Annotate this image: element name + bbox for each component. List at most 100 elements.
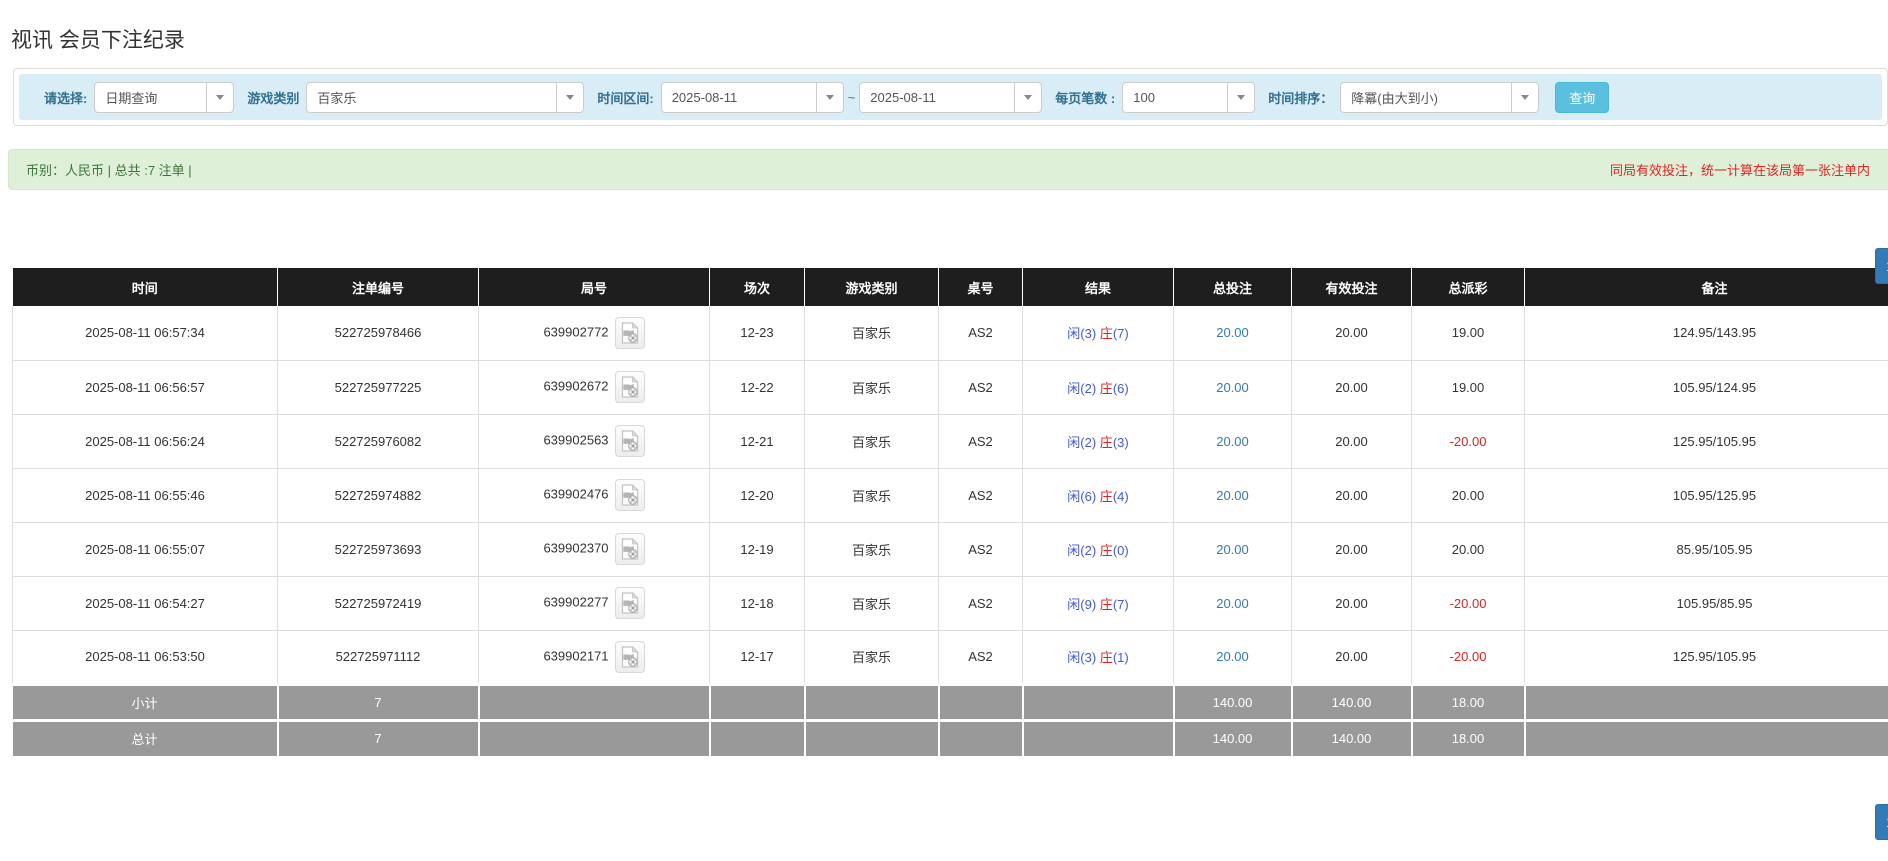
video-replay-button[interactable] [615,479,645,511]
date-range-separator: ~ [848,90,856,105]
cell-time: 2025-08-11 06:53:50 [13,630,278,684]
game-type-value: 百家乐 [307,83,556,112]
cell-round-number: 639902370 [479,522,710,576]
cell-payout: -20.00 [1412,630,1525,684]
cell-total-bet: 20.00 [1174,414,1292,468]
footer-cell [710,684,805,720]
cell-game-type: 百家乐 [805,630,939,684]
cell-payout: 19.00 [1412,306,1525,360]
video-replay-button[interactable] [615,371,645,403]
cell-time: 2025-08-11 06:54:27 [13,576,278,630]
date-to-select[interactable]: 2025-08-11 [859,82,1042,113]
cell-time: 2025-08-11 06:56:57 [13,360,278,414]
cell-round-number: 639902277 [479,576,710,630]
result-player: 闲(3) [1067,650,1096,665]
header-game-type: 游戏类别 [805,268,939,306]
page-size-value: 100 [1123,83,1227,112]
cell-session: 12-21 [710,414,805,468]
chevron-down-icon [1227,83,1254,112]
query-type-value: 日期查询 [95,83,206,112]
result-player: 闲(2) [1067,381,1096,396]
video-replay-button[interactable] [615,425,645,457]
cell-payout: -20.00 [1412,576,1525,630]
cell-bet-number: 522725971112 [278,630,479,684]
cell-game-type: 百家乐 [805,468,939,522]
header-total-bet: 总投注 [1174,268,1292,306]
table-header: 时间 注单编号 局号 场次 游戏类别 桌号 结果 总投注 有效投注 总派彩 备注 [13,268,1888,306]
filter-bar: 请选择: 日期查询 游戏类别 百家乐 时间区间: 2025-08-11 ~ 20… [19,74,1882,120]
footer-cell: 140.00 [1174,720,1292,756]
cell-table-number: AS2 [939,414,1023,468]
result-banker-points: (4) [1113,489,1129,504]
cell-round-number: 639902772 [479,306,710,360]
result-player: 闲(6) [1067,489,1096,504]
cell-time: 2025-08-11 06:55:07 [13,522,278,576]
video-replay-button[interactable] [615,641,645,673]
sort-order-select[interactable]: 降冪(由大到小) [1340,82,1539,113]
query-type-select[interactable]: 日期查询 [94,82,234,113]
cell-payout: 19.00 [1412,360,1525,414]
game-type-select[interactable]: 百家乐 [306,82,584,113]
pagination-page-1-top[interactable]: 1 [1875,248,1888,284]
chevron-down-icon [1014,83,1041,112]
header-result: 结果 [1023,268,1174,306]
game-type-label: 游戏类别 [247,88,299,107]
footer-cell: 小计 [13,684,278,720]
result-banker: 庄 [1100,489,1113,504]
total-bet-link[interactable]: 20.00 [1216,596,1249,611]
header-round-no: 局号 [479,268,710,306]
round-number: 639902672 [543,378,608,393]
cell-session: 12-22 [710,360,805,414]
result-player: 闲(9) [1067,597,1096,612]
round-number: 639902370 [543,540,608,555]
cell-result: 闲(9) 庄(7) [1023,576,1174,630]
result-banker-points: (7) [1113,326,1129,341]
video-replay-button[interactable] [615,533,645,565]
footer-cell: 总计 [13,720,278,756]
header-note: 备注 [1525,268,1888,306]
cell-total-bet: 20.00 [1174,468,1292,522]
cell-game-type: 百家乐 [805,576,939,630]
total-bet-link[interactable]: 20.00 [1216,434,1249,449]
round-number: 639902476 [543,486,608,501]
cell-valid-bet: 20.00 [1292,306,1412,360]
pagination-page-1-bottom[interactable]: 1 [1875,804,1888,840]
date-from-select[interactable]: 2025-08-11 [661,82,844,113]
total-bet-link[interactable]: 20.00 [1216,325,1249,340]
total-bet-link[interactable]: 20.00 [1216,380,1249,395]
cell-note: 105.95/85.95 [1525,576,1888,630]
sort-order-label: 时间排序： [1268,88,1333,107]
cell-result: 闲(2) 庄(3) [1023,414,1174,468]
cell-total-bet: 20.00 [1174,522,1292,576]
page-size-select[interactable]: 100 [1122,82,1255,113]
header-table-no: 桌号 [939,268,1023,306]
subtotal-row: 小计7140.00140.0018.00 [13,684,1888,720]
cell-valid-bet: 20.00 [1292,414,1412,468]
chevron-down-icon [1511,83,1538,112]
header-bet-no: 注单编号 [278,268,479,306]
header-session: 场次 [710,268,805,306]
footer-cell [939,720,1023,756]
cell-note: 125.95/105.95 [1525,630,1888,684]
total-bet-link[interactable]: 20.00 [1216,488,1249,503]
total-bet-link[interactable]: 20.00 [1216,649,1249,664]
video-replay-button[interactable] [615,317,645,349]
cell-round-number: 639902476 [479,468,710,522]
table-row: 2025-08-11 06:55:07 522725973693 6399023… [13,522,1888,576]
cell-valid-bet: 20.00 [1292,630,1412,684]
date-to-value: 2025-08-11 [860,83,1014,112]
total-bet-link[interactable]: 20.00 [1216,542,1249,557]
cell-result: 闲(3) 庄(1) [1023,630,1174,684]
table-row: 2025-08-11 06:53:50 522725971112 6399021… [13,630,1888,684]
search-button[interactable]: 查询 [1555,82,1609,113]
round-number: 639902563 [543,432,608,447]
cell-bet-number: 522725974882 [278,468,479,522]
cell-total-bet: 20.00 [1174,576,1292,630]
records-body: 2025-08-11 06:57:34 522725978466 6399027… [13,306,1888,684]
records-footer: 小计7140.00140.0018.00总计7140.00140.0018.00 [13,684,1888,756]
result-banker: 庄 [1100,597,1113,612]
video-replay-button[interactable] [615,587,645,619]
footer-cell [939,684,1023,720]
cell-note: 85.95/105.95 [1525,522,1888,576]
table-row: 2025-08-11 06:56:24 522725976082 6399025… [13,414,1888,468]
